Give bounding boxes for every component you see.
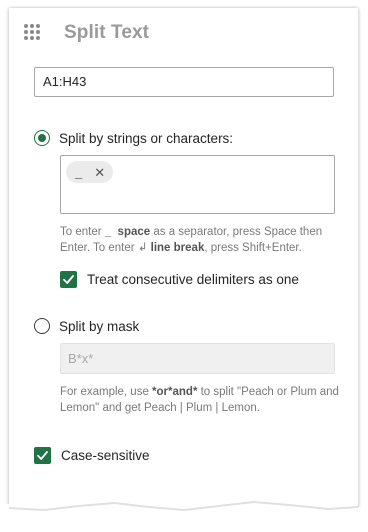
case-sensitive-checkbox[interactable] <box>34 447 51 464</box>
delimiter-chip: _ ✕ <box>66 161 114 183</box>
split-by-mask-label: Split by mask <box>59 318 140 334</box>
hint-text: For example, use <box>60 386 153 398</box>
split-by-mask-radio[interactable] <box>34 318 50 334</box>
treat-consecutive-label: Treat consecutive delimiters as one <box>87 272 299 287</box>
drag-grip-icon[interactable] <box>24 24 42 42</box>
treat-consecutive-option[interactable]: Treat consecutive delimiters as one <box>60 271 299 288</box>
range-input[interactable]: A1:H43 <box>34 67 334 97</box>
treat-consecutive-checkbox[interactable] <box>60 271 77 288</box>
hint-text: To enter <box>60 226 105 238</box>
split-by-strings-radio[interactable] <box>34 130 50 146</box>
checkmark-icon <box>37 451 48 460</box>
line-break-word: line break <box>150 242 205 254</box>
hint-text: , press Shift+Enter. <box>204 242 302 254</box>
panel-title: Split Text <box>64 22 150 43</box>
split-by-strings-option[interactable]: Split by strings or characters: <box>34 130 233 146</box>
mask-example: *or*and* <box>152 386 198 398</box>
delimiters-hint: To enter _ space as a separator, press S… <box>60 224 340 256</box>
split-by-mask-option[interactable]: Split by mask <box>34 318 139 334</box>
space-word: space <box>117 226 151 238</box>
split-by-strings-label: Split by strings or characters: <box>59 130 234 146</box>
close-icon[interactable]: ✕ <box>94 166 105 179</box>
checkmark-icon <box>63 275 74 284</box>
panel-header: Split Text <box>24 22 149 44</box>
case-sensitive-option[interactable]: Case-sensitive <box>34 447 150 464</box>
line-break-symbol: ↲ <box>137 242 148 254</box>
case-sensitive-label: Case-sensitive <box>61 448 150 463</box>
delimiters-input[interactable]: _ ✕ <box>60 155 335 214</box>
add-in-stage: Split Text A1:H43 Split by strings or ch… <box>0 0 368 532</box>
space-symbol: _ <box>104 226 112 238</box>
torn-edge-shadow <box>9 500 358 512</box>
mask-hint: For example, use *or*and* to split "Peac… <box>60 384 340 416</box>
mask-input[interactable]: B*x* <box>60 343 335 374</box>
delimiter-chip-label: _ <box>75 164 83 180</box>
